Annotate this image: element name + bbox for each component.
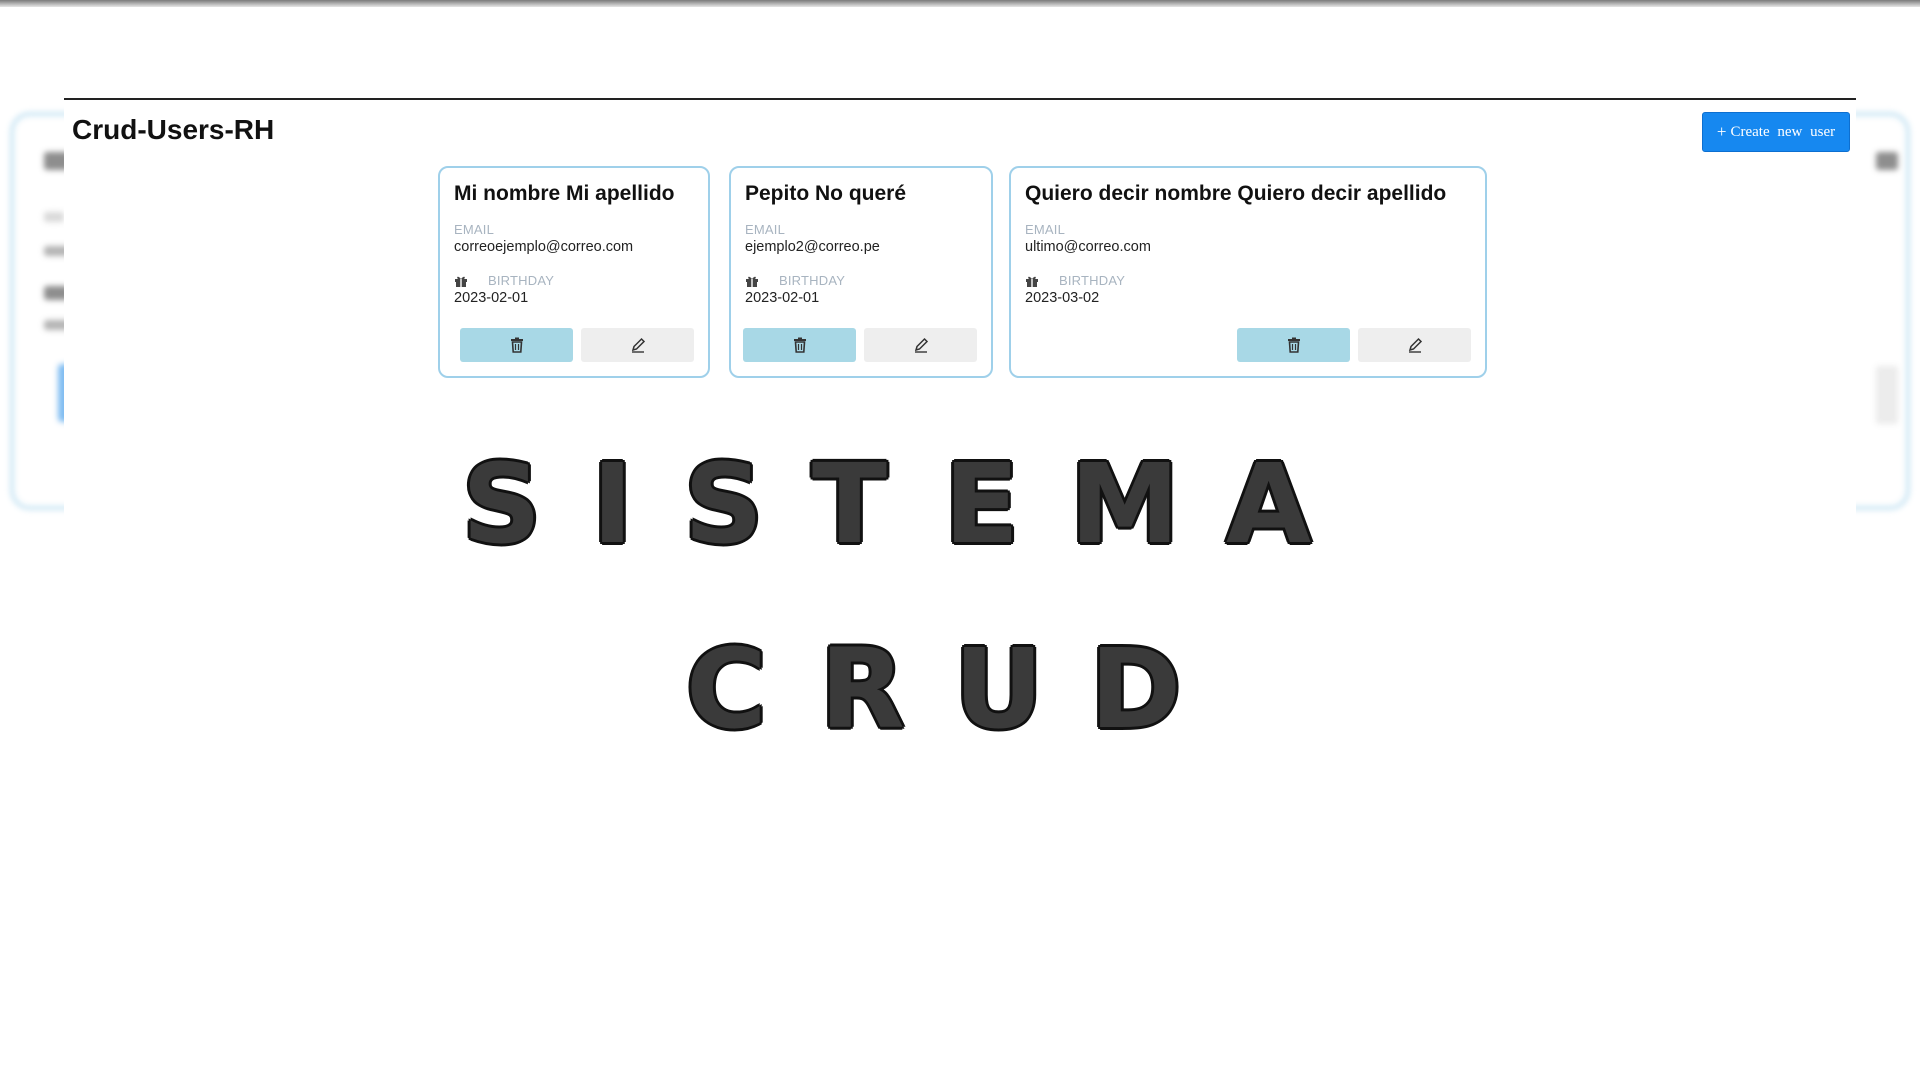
user-card: Quiero decir nombre Quiero decir apellid… [1009,166,1487,378]
user-email: correoejemplo@correo.com [454,239,634,255]
delete-button[interactable] [743,328,856,362]
delete-button[interactable] [460,328,573,362]
birthday-label-row: BIRTHDAY [1025,273,1471,288]
overlay-letter: I [592,440,633,568]
trash-icon [793,337,806,353]
overlay-letter: E [944,440,1020,568]
email-label: EMAIL [454,222,495,237]
user-email: ultimo@correo.com [1025,239,1151,255]
user-birthday: 2023-02-01 [454,290,529,306]
user-card: Pepito No queré EMAIL ejemplo2@correo.pe… [729,166,993,378]
overlay-letter: T [812,440,888,568]
card-actions [460,328,694,362]
birthday-label-row: BIRTHDAY [454,273,694,288]
delete-button[interactable] [1237,328,1350,362]
gift-icon [455,276,467,287]
user-name: Quiero decir nombre Quiero decir apellid… [1025,182,1447,205]
user-card: Mi nombre Mi apellido EMAIL correoejempl… [438,166,710,378]
create-new-user-button[interactable]: + Create new user [1702,112,1850,152]
create-new-user-label: Create new user [1730,123,1836,140]
pencil-icon [631,337,645,353]
email-label: EMAIL [1025,222,1066,237]
overlay-letter: D [1090,625,1182,753]
user-name: Mi nombre Mi apellido [454,182,675,205]
overlay-letter: S [462,440,542,568]
screenshot-stage: Crud-Users-RH + Create new user Mi nombr… [0,0,1920,1079]
pencil-icon [1408,337,1422,353]
birthday-label: BIRTHDAY [779,273,846,288]
plus-icon: + [1716,122,1727,141]
overlay-letter: R [820,625,905,753]
pencil-icon [914,337,928,353]
birthday-label-row: BIRTHDAY [745,273,977,288]
birthday-label: BIRTHDAY [1059,273,1126,288]
email-label: EMAIL [745,222,786,237]
top-edge-shadow [0,0,1920,7]
gift-icon [746,276,758,287]
overlay-letter: S [684,440,764,568]
edit-button[interactable] [581,328,694,362]
overlay-letter: A [1226,440,1312,568]
user-email: ejemplo2@correo.pe [745,239,880,255]
gift-icon [1026,276,1038,287]
overlay-letter: M [1070,440,1180,568]
trash-icon [510,337,523,353]
birthday-label: BIRTHDAY [488,273,555,288]
overlay-letter: C [686,625,767,753]
trash-icon [1287,337,1300,353]
edit-button[interactable] [1358,328,1471,362]
card-actions [1237,328,1471,362]
user-name: Pepito No queré [745,182,907,205]
overlay-letter: U [954,625,1044,753]
app-title: Crud-Users-RH [72,114,275,145]
user-birthday: 2023-02-01 [745,290,820,306]
user-birthday: 2023-03-02 [1025,290,1100,306]
edit-button[interactable] [864,328,977,362]
card-actions [743,328,977,362]
